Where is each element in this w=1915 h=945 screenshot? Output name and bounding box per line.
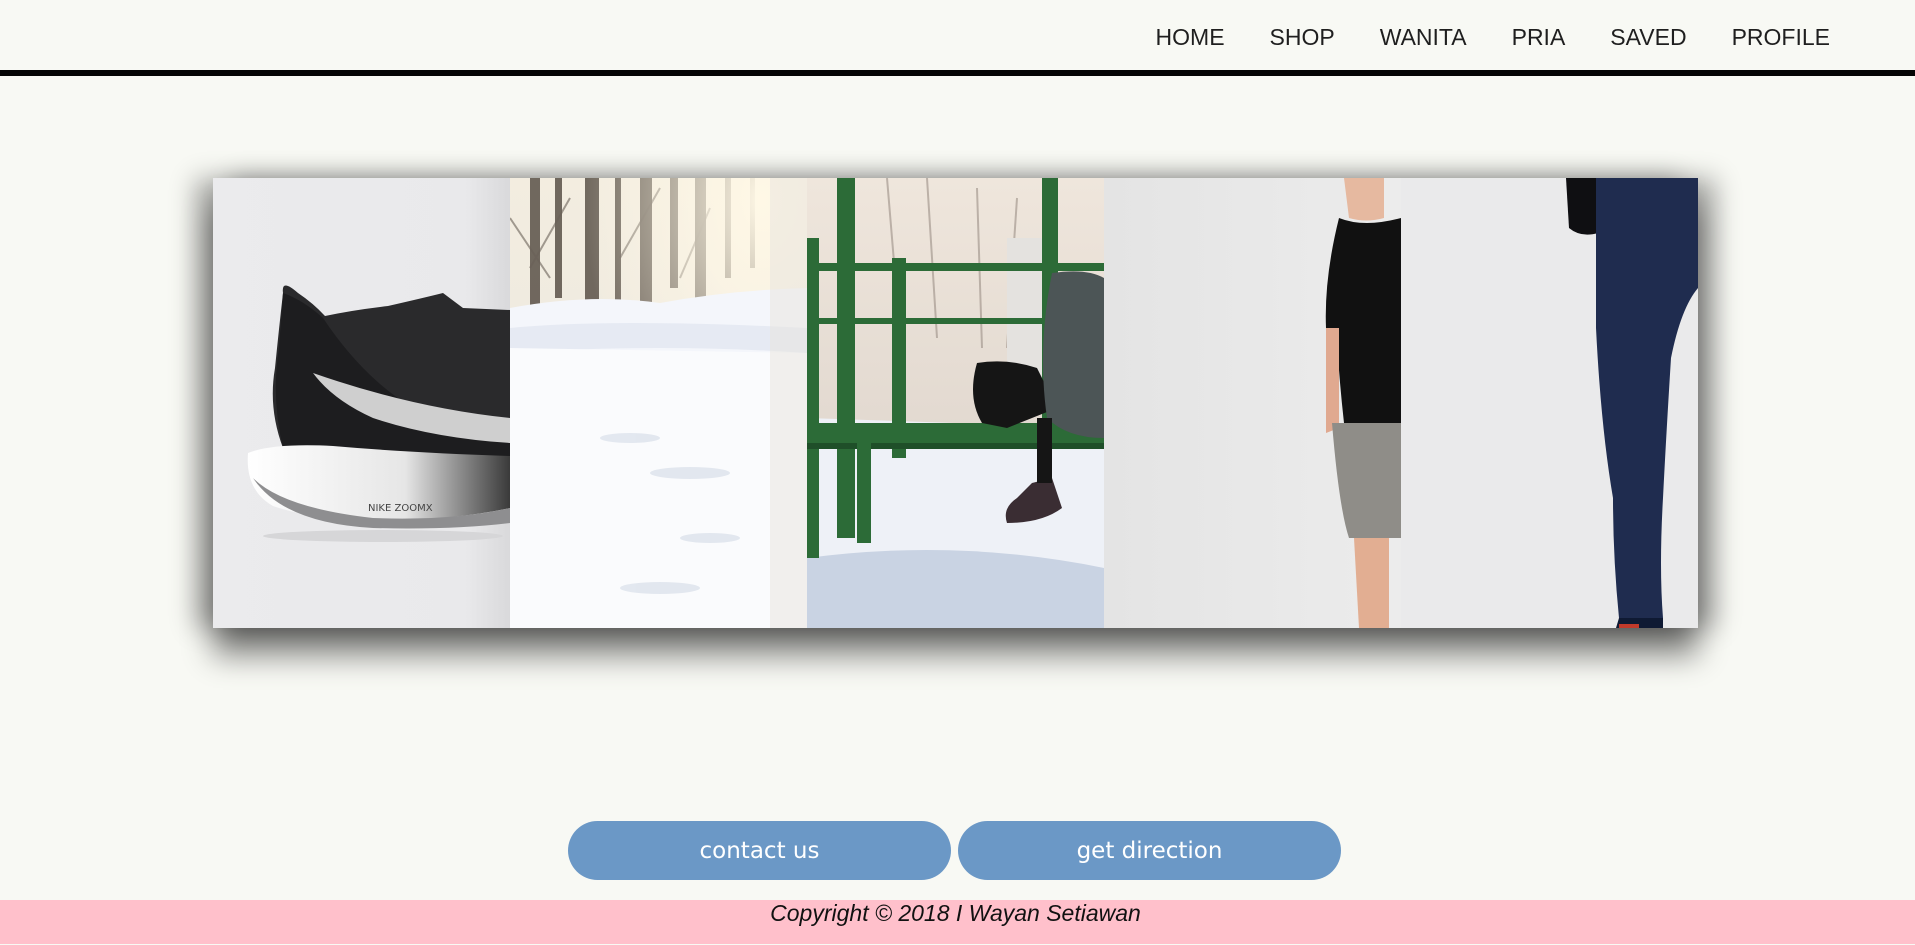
footer-copyright: Copyright © 2018 I Wayan Setiawan (770, 900, 1141, 926)
gallery-image-shoe: NIKE ZOOMX (213, 178, 510, 628)
svg-text:NIKE ZOOMX: NIKE ZOOMX (368, 503, 433, 514)
action-buttons: contact us get direction (568, 821, 1341, 880)
contact-us-button[interactable]: contact us (568, 821, 951, 880)
gallery-image-snowy-forest (510, 178, 807, 628)
footer: Copyright © 2018 I Wayan Setiawan (0, 900, 1915, 944)
nav-link-shop[interactable]: SHOP (1270, 26, 1335, 49)
nav-links: HOME SHOP WANITA PRIA SAVED PROFILE (1156, 26, 1830, 49)
gallery-image-workout-snow (807, 178, 1104, 628)
gallery-image-man-tshirt (1104, 178, 1401, 628)
get-direction-button[interactable]: get direction (958, 821, 1341, 880)
nav-link-saved[interactable]: SAVED (1610, 26, 1686, 49)
top-navigation: HOME SHOP WANITA PRIA SAVED PROFILE (0, 0, 1915, 76)
image-gallery: NIKE ZOOMX (213, 178, 1698, 628)
nav-link-wanita[interactable]: WANITA (1380, 26, 1467, 49)
nav-link-profile[interactable]: PROFILE (1732, 26, 1830, 49)
gallery-image-navy-pants (1401, 178, 1698, 628)
nav-link-pria[interactable]: PRIA (1512, 26, 1566, 49)
nav-link-home[interactable]: HOME (1156, 26, 1225, 49)
